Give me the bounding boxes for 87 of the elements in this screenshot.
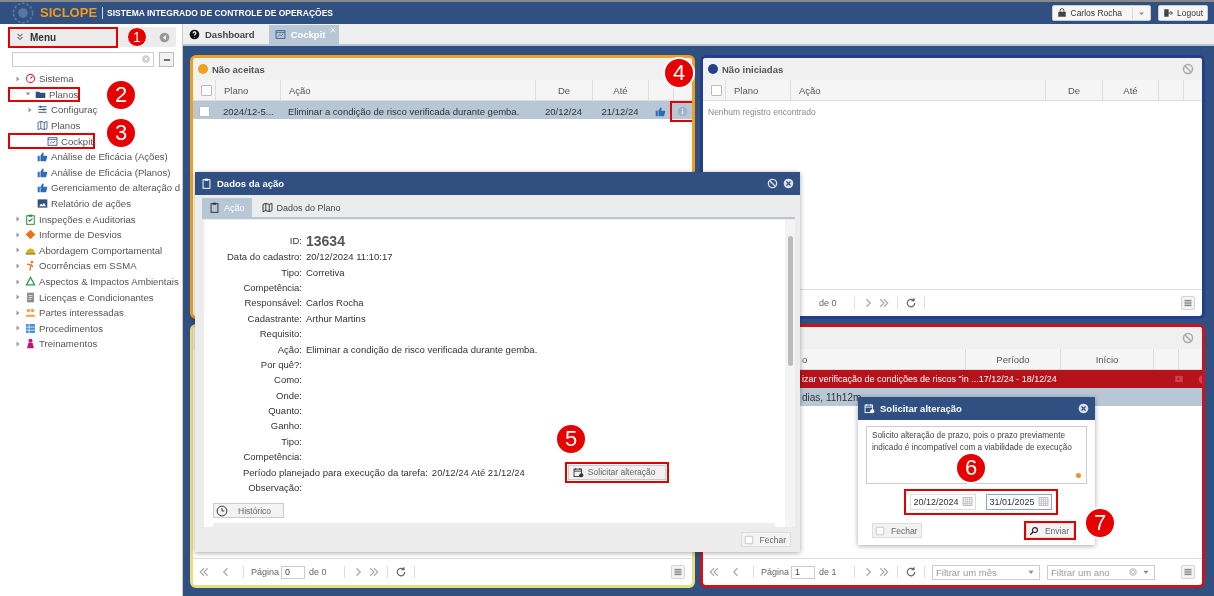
field-label: Responsável: xyxy=(243,297,302,309)
end-date-field[interactable]: 31/01/2025 xyxy=(985,494,1052,510)
page-count: de 0 xyxy=(819,298,838,308)
menu-item[interactable]: Abordagem Comportamental xyxy=(0,242,163,259)
table-cell-text: 21/12/24 xyxy=(600,105,640,119)
logout-button[interactable]: Logout xyxy=(1158,5,1208,21)
menu-item[interactable]: Configuraç xyxy=(0,102,98,118)
tab[interactable]: Dados do Plano xyxy=(254,198,348,217)
field-label: Competência: xyxy=(242,281,302,293)
page-count: de 0 xyxy=(309,567,328,577)
field-label: Período planejado para execução da tarefa: xyxy=(243,466,428,478)
request-change-button[interactable]: Solicitar alteração xyxy=(567,464,667,480)
send-button[interactable]: Enviar xyxy=(1025,523,1074,538)
column-header[interactable]: Até xyxy=(592,80,648,100)
menu-item[interactable]: Gerenciamento de alteração d xyxy=(0,180,181,196)
close-button[interactable]: Fechar xyxy=(740,532,791,547)
start-date-field[interactable]: 20/12/2024 xyxy=(909,494,976,510)
step-marker: 1 xyxy=(127,27,147,47)
field-label: Tipo: xyxy=(280,266,302,278)
table-cell-text: 17/12/24 - 18/12/24 xyxy=(978,373,1058,386)
field-label: Por quê?: xyxy=(259,358,302,370)
menu-header[interactable]: Menu 1 xyxy=(8,27,176,47)
close-button[interactable]: Fechar xyxy=(872,523,923,538)
page-label: Página xyxy=(251,567,280,577)
logo-text: SICLOPE xyxy=(40,7,104,19)
field-label: Ganho: xyxy=(269,420,302,432)
column-header[interactable]: Período xyxy=(965,349,1060,369)
field-value: Carlos Rocha xyxy=(306,297,364,309)
page-input[interactable]: 1 xyxy=(791,565,815,579)
menu-item[interactable]: Análise de Eficácia (Ações) xyxy=(0,148,168,165)
field-label: Quanto: xyxy=(267,405,302,417)
table-cell-text: izar verificação de condições de riscos "in ... xyxy=(801,373,979,386)
field-label: Requisito: xyxy=(258,328,302,340)
field-label: ID: xyxy=(288,235,302,246)
system-name: SISTEMA INTEGRADO DE CONTROLE DE OPERAÇÕES xyxy=(107,8,333,18)
menu-item[interactable]: Partes interessadas xyxy=(0,304,124,321)
menu-title: Menu xyxy=(30,31,57,43)
column-header[interactable]: Ação xyxy=(280,80,535,100)
field-value: Arthur Martins xyxy=(306,312,366,324)
column-header[interactable]: Plano xyxy=(725,80,790,100)
menu-item[interactable]: Inspeções e Auditorias xyxy=(0,211,136,227)
panel-title: Não iniciadas xyxy=(722,63,784,75)
column-header[interactable]: De xyxy=(535,80,592,100)
column-header[interactable]: Plano xyxy=(215,80,280,100)
empty-message: Nenhum registro encontrado xyxy=(707,106,817,117)
menu-item[interactable]: Cockpit xyxy=(8,133,95,149)
menu-item[interactable]: Relatório de ações xyxy=(0,195,131,212)
field-value: 20/12/24 Até 21/12/24 xyxy=(431,466,525,478)
field-value: 20/12/2024 11:10:17 xyxy=(306,251,393,263)
field-label: Cadastrante: xyxy=(246,312,302,324)
column-header[interactable]: Ação xyxy=(790,80,1045,100)
field-value: Corretiva xyxy=(306,266,345,278)
field-label: Competência: xyxy=(242,451,302,463)
column-header[interactable]: De xyxy=(1045,80,1102,100)
field-label: Como: xyxy=(273,374,302,386)
page-count: de 1 xyxy=(819,567,838,577)
column-header[interactable]: Início xyxy=(1060,349,1153,369)
page-label: Página xyxy=(761,567,790,577)
tab[interactable]: Dashboard xyxy=(187,25,265,44)
history-button[interactable]: Histórico xyxy=(213,503,285,519)
user-menu-button[interactable]: Carlos Rocha xyxy=(1051,5,1151,21)
table-cell-text: 2024/12-5... xyxy=(222,105,275,119)
menu-item[interactable]: Procedimentos xyxy=(0,320,103,337)
field-label: Observação: xyxy=(247,482,302,494)
menu-item[interactable]: Análise de Eficácia (Planos) xyxy=(0,164,171,181)
menu-item[interactable]: Aspectos & Impactos Ambientais xyxy=(0,273,179,290)
field-label: Tipo: xyxy=(280,435,302,447)
menu-item[interactable]: Treinamentos xyxy=(0,336,98,352)
menu-item[interactable]: Informe de Desvios xyxy=(0,226,122,243)
menu-item[interactable]: Ocorrências em SSMA xyxy=(0,258,137,274)
column-header[interactable]: Até xyxy=(1102,80,1158,100)
page-input[interactable]: 0 xyxy=(281,565,305,579)
menu-item[interactable]: Licenças e Condicionantes xyxy=(0,289,154,305)
dialog-title: Dados da ação xyxy=(217,178,285,189)
field-value: Eliminar a condição de risco verificada durante gemba. xyxy=(306,343,538,355)
panel-title: Não aceitas xyxy=(212,63,265,75)
menu-item[interactable]: Planos xyxy=(0,117,81,134)
dialog-title: Solicitar alteração xyxy=(880,403,962,414)
menu-item[interactable]: Planos xyxy=(8,86,81,103)
field-label: Ação: xyxy=(276,343,302,355)
menu-item[interactable]: Sistema xyxy=(0,71,74,87)
field-label: Data do cadastro: xyxy=(226,251,302,263)
table-cell-text: 20/12/24 xyxy=(544,105,583,119)
field-value: 13634 xyxy=(306,232,345,249)
field-label: Onde: xyxy=(275,389,302,401)
table-row[interactable]: 2024/12-5... Eliminar a condição de risco verificada durante gemba. 20/12/24 21/12/24 xyxy=(193,101,692,119)
table-cell-text: Eliminar a condição de risco verificada durante gemba. xyxy=(287,105,521,119)
